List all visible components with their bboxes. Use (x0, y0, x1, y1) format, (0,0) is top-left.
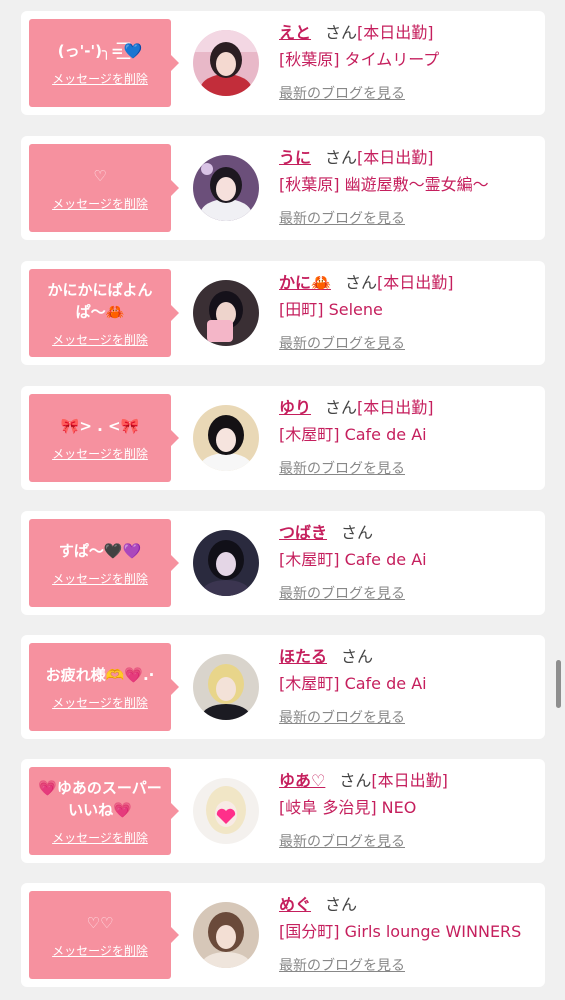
avatar[interactable] (193, 155, 259, 221)
latest-blog-link[interactable]: 最新のブログを見る (279, 707, 405, 727)
avatar-photo (193, 778, 259, 844)
message-bubble: かにかにぱよん ぱ〜🦀 メッセージを削除 (29, 269, 179, 357)
message-bubble: 💗ゆあのスーパー いいね💗 メッセージを削除 (29, 767, 179, 855)
delete-message-link[interactable]: メッセージを削除 (52, 694, 148, 711)
attendance-status: [本日出勤] (357, 398, 434, 417)
avatar-photo (193, 30, 259, 96)
avatar-photo (193, 155, 259, 221)
message-text: ♡ (93, 166, 107, 185)
message-bubble: ♡ メッセージを削除 (29, 144, 179, 232)
message-bubble: (っ'-')╮=͟͟͞͞💙 メッセージを削除 (29, 19, 179, 107)
avatar[interactable] (193, 778, 259, 844)
favorite-card: かにかにぱよん ぱ〜🦀 メッセージを削除 かに🦀 さん[本日出勤] [田町] Se… (21, 261, 545, 365)
message-bubble: 🎀> . <🎀 メッセージを削除 (29, 394, 179, 482)
avatar[interactable] (193, 654, 259, 720)
honorific: さん (341, 523, 374, 542)
avatar-photo (193, 654, 259, 720)
cast-name-link[interactable]: めぐ (279, 895, 311, 914)
favorite-card: ♡ メッセージを削除 うに さん[本日出勤] [秋葉原] 幽遊屋敷〜霊女編〜 最新… (21, 136, 545, 240)
shop-name: [国分町] Girls lounge WINNERS (279, 922, 522, 941)
shop-name: [岐阜 多治見] NEO (279, 798, 417, 817)
avatar-photo (193, 280, 259, 346)
cast-name-link[interactable]: つばき (279, 523, 327, 542)
message-text: 🎀> . <🎀 (60, 416, 140, 435)
favorite-card: (っ'-')╮=͟͟͞͞💙 メッセージを削除 えと さん[本日出勤] [秋葉原] … (21, 11, 545, 115)
shop-name: [田町] Selene (279, 300, 383, 319)
favorites-list: (っ'-')╮=͟͟͞͞💙 メッセージを削除 えと さん[本日出勤] [秋葉原] … (0, 0, 565, 1000)
favorite-card: 💗ゆあのスーパー いいね💗 メッセージを削除 ゆあ♡ さん[本日出勤] [岐阜 多… (21, 759, 545, 863)
attendance-status: [本日出勤] (371, 771, 448, 790)
latest-blog-link[interactable]: 最新のブログを見る (279, 583, 405, 603)
avatar[interactable] (193, 530, 259, 596)
honorific: さん (325, 148, 358, 167)
cast-name-link[interactable]: ゆあ♡ (279, 771, 325, 790)
shop-name: [秋葉原] タイムリープ (279, 50, 440, 69)
favorite-card: すぱ〜🖤💜 メッセージを削除 つばき さん [木屋町] Cafe de Ai 最新… (21, 511, 545, 615)
avatar-photo (193, 405, 259, 471)
cast-name-link[interactable]: うに (279, 148, 311, 167)
avatar[interactable] (193, 405, 259, 471)
cast-name-link[interactable]: ほたる (279, 647, 327, 666)
avatar-photo (193, 530, 259, 596)
honorific: さん (325, 23, 358, 42)
shop-name: [木屋町] Cafe de Ai (279, 425, 427, 444)
delete-message-link[interactable]: メッセージを削除 (52, 195, 148, 212)
shop-name: [木屋町] Cafe de Ai (279, 674, 427, 693)
avatar-photo (193, 902, 259, 968)
favorite-card: お疲れ様🫶💗.· メッセージを削除 ほたる さん [木屋町] Cafe de Ai… (21, 635, 545, 739)
delete-message-link[interactable]: メッセージを削除 (52, 445, 148, 462)
latest-blog-link[interactable]: 最新のブログを見る (279, 831, 405, 851)
scrollbar-thumb[interactable] (556, 660, 561, 708)
delete-message-link[interactable]: メッセージを削除 (52, 942, 148, 959)
message-text: (っ'-')╮=͟͟͞͞💙 (57, 41, 143, 60)
latest-blog-link[interactable]: 最新のブログを見る (279, 208, 405, 228)
message-bubble: ♡♡ メッセージを削除 (29, 891, 179, 979)
latest-blog-link[interactable]: 最新のブログを見る (279, 83, 405, 103)
attendance-status: [本日出勤] (376, 273, 454, 292)
avatar[interactable] (193, 902, 259, 968)
delete-message-link[interactable]: メッセージを削除 (52, 829, 148, 846)
cast-name-link[interactable]: えと (279, 23, 311, 42)
message-bubble: お疲れ様🫶💗.· メッセージを削除 (29, 643, 179, 731)
honorific: さん (341, 647, 374, 666)
favorite-card: 🎀> . <🎀 メッセージを削除 ゆり さん[本日出勤] [木屋町] Cafe d… (21, 386, 545, 490)
cast-name-link[interactable]: ゆり (279, 398, 311, 417)
delete-message-link[interactable]: メッセージを削除 (52, 70, 148, 87)
message-bubble: すぱ〜🖤💜 メッセージを削除 (29, 519, 179, 607)
message-text: すぱ〜🖤💜 (58, 541, 142, 560)
avatar[interactable] (193, 30, 259, 96)
shop-name: [木屋町] Cafe de Ai (279, 550, 427, 569)
latest-blog-link[interactable]: 最新のブログを見る (279, 955, 405, 975)
honorific: さん (344, 273, 377, 292)
latest-blog-link[interactable]: 最新のブログを見る (279, 333, 405, 353)
message-text: ♡♡ (86, 913, 114, 932)
honorific: さん (325, 895, 358, 914)
attendance-status: [本日出勤] (357, 23, 434, 42)
cast-name-link[interactable]: かに🦀 (279, 273, 331, 292)
message-text: お疲れ様🫶💗.· (45, 665, 155, 684)
favorite-card: ♡♡ メッセージを削除 めぐ さん [国分町] Girls lounge WINN… (21, 883, 545, 987)
honorific: さん (325, 398, 358, 417)
delete-message-link[interactable]: メッセージを削除 (52, 331, 148, 348)
latest-blog-link[interactable]: 最新のブログを見る (279, 458, 405, 478)
honorific: さん (339, 771, 372, 790)
avatar[interactable] (193, 280, 259, 346)
message-text: 💗ゆあのスーパー いいね💗 (38, 778, 162, 819)
message-text: かにかにぱよん ぱ〜🦀 (47, 280, 153, 321)
delete-message-link[interactable]: メッセージを削除 (52, 570, 148, 587)
attendance-status: [本日出勤] (357, 148, 434, 167)
shop-name: [秋葉原] 幽遊屋敷〜霊女編〜 (279, 175, 489, 194)
